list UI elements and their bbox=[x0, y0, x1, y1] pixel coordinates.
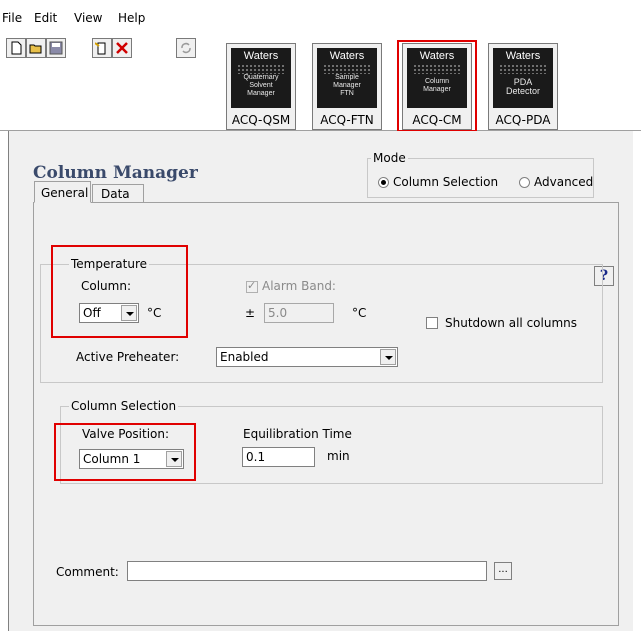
brand-text: Waters bbox=[505, 50, 541, 62]
decorative-dots bbox=[499, 64, 547, 74]
refresh-icon[interactable] bbox=[176, 38, 196, 58]
menu-help[interactable]: Help bbox=[118, 11, 145, 25]
tab-general-label: General bbox=[41, 186, 89, 200]
chevron-down-icon[interactable] bbox=[380, 349, 396, 365]
menu-edit[interactable]: Edit bbox=[34, 11, 57, 25]
new-document-icon[interactable] bbox=[6, 38, 26, 58]
comment-label: Comment: bbox=[56, 565, 119, 579]
tile-caption: PDA bbox=[513, 77, 533, 87]
properties-icon[interactable] bbox=[92, 38, 112, 58]
instrument-tile-qsm[interactable]: Waters Quaternary Solvent Manager ACQ-QS… bbox=[226, 43, 296, 130]
tile-caption: Manager bbox=[333, 82, 361, 89]
alarm-band-input[interactable]: 5.0 bbox=[264, 303, 334, 323]
active-preheater-label: Active Preheater: bbox=[76, 350, 180, 364]
alarm-band-label: Alarm Band: bbox=[262, 279, 336, 293]
equilibration-time-label: Equilibration Time bbox=[243, 427, 352, 441]
column-manager-panel: Column Manager Mode Column Selection Adv… bbox=[8, 131, 633, 631]
mode-caption: Mode bbox=[371, 151, 408, 165]
waters-logo-image: Waters PDA Detector bbox=[493, 48, 553, 108]
tile-caption: Detector bbox=[505, 86, 540, 96]
brand-text: Waters bbox=[329, 50, 365, 62]
tab-data-label: Data bbox=[101, 187, 130, 201]
delete-icon[interactable] bbox=[112, 38, 132, 58]
tile-label: ACQ-FTN bbox=[320, 113, 374, 127]
tile-label: ACQ-QSM bbox=[231, 113, 291, 127]
alarm-band-checkbox[interactable] bbox=[246, 279, 258, 293]
instrument-tile-ftn[interactable]: Waters Sample Manager FTN ACQ-FTN bbox=[312, 43, 382, 130]
menu-view[interactable]: View bbox=[74, 11, 102, 25]
tile-caption: Solvent bbox=[249, 82, 273, 89]
menu-file[interactable]: File bbox=[2, 11, 22, 25]
tile-caption: Manager bbox=[247, 90, 275, 97]
advanced-radio[interactable] bbox=[519, 177, 530, 188]
decorative-dots bbox=[323, 64, 371, 74]
valve-position-highlight bbox=[54, 423, 196, 481]
equilibration-time-input[interactable]: 0.1 bbox=[242, 447, 315, 467]
active-preheater-value: Enabled bbox=[220, 350, 269, 364]
column-selection-label: Column Selection bbox=[393, 175, 499, 189]
shutdown-all-checkbox[interactable] bbox=[426, 317, 438, 329]
alarm-band-unit: °C bbox=[352, 306, 367, 320]
column-selection-radio[interactable] bbox=[378, 177, 389, 188]
comment-browse-button[interactable]: ... bbox=[494, 562, 512, 580]
tile-caption: FTN bbox=[340, 90, 354, 97]
selected-tile-highlight bbox=[397, 40, 477, 132]
instrument-tile-pda[interactable]: Waters PDA Detector ACQ-PDA bbox=[488, 43, 558, 130]
decorative-dots bbox=[237, 64, 285, 74]
tab-data[interactable]: Data bbox=[92, 184, 144, 202]
waters-logo-image: Waters Quaternary Solvent Manager bbox=[231, 48, 291, 108]
equilibration-time-unit: min bbox=[327, 449, 350, 463]
alarm-band-value: 5.0 bbox=[268, 306, 288, 320]
shutdown-all-label: Shutdown all columns bbox=[445, 316, 577, 330]
open-folder-icon[interactable] bbox=[26, 38, 46, 58]
equilibration-time-value: 0.1 bbox=[246, 450, 266, 464]
comment-input[interactable] bbox=[127, 561, 487, 581]
page-title: Column Manager bbox=[33, 163, 198, 183]
menu-bar: File Edit View Help bbox=[0, 0, 641, 34]
tile-caption: Sample bbox=[335, 74, 359, 81]
column-selection-caption: Column Selection bbox=[69, 399, 179, 413]
tab-general[interactable]: General bbox=[34, 181, 91, 203]
plusminus-label: ± bbox=[245, 306, 256, 320]
brand-text: Waters bbox=[243, 50, 279, 62]
active-preheater-select[interactable]: Enabled bbox=[216, 347, 398, 367]
waters-logo-image: Waters Sample Manager FTN bbox=[317, 48, 377, 108]
temperature-highlight bbox=[51, 245, 188, 338]
save-icon[interactable] bbox=[46, 38, 66, 58]
toolbar: Waters Quaternary Solvent Manager ACQ-QS… bbox=[0, 34, 641, 132]
tile-label: ACQ-PDA bbox=[495, 113, 551, 127]
advanced-label: Advanced bbox=[534, 175, 594, 189]
tile-caption: Quaternary bbox=[243, 74, 279, 81]
